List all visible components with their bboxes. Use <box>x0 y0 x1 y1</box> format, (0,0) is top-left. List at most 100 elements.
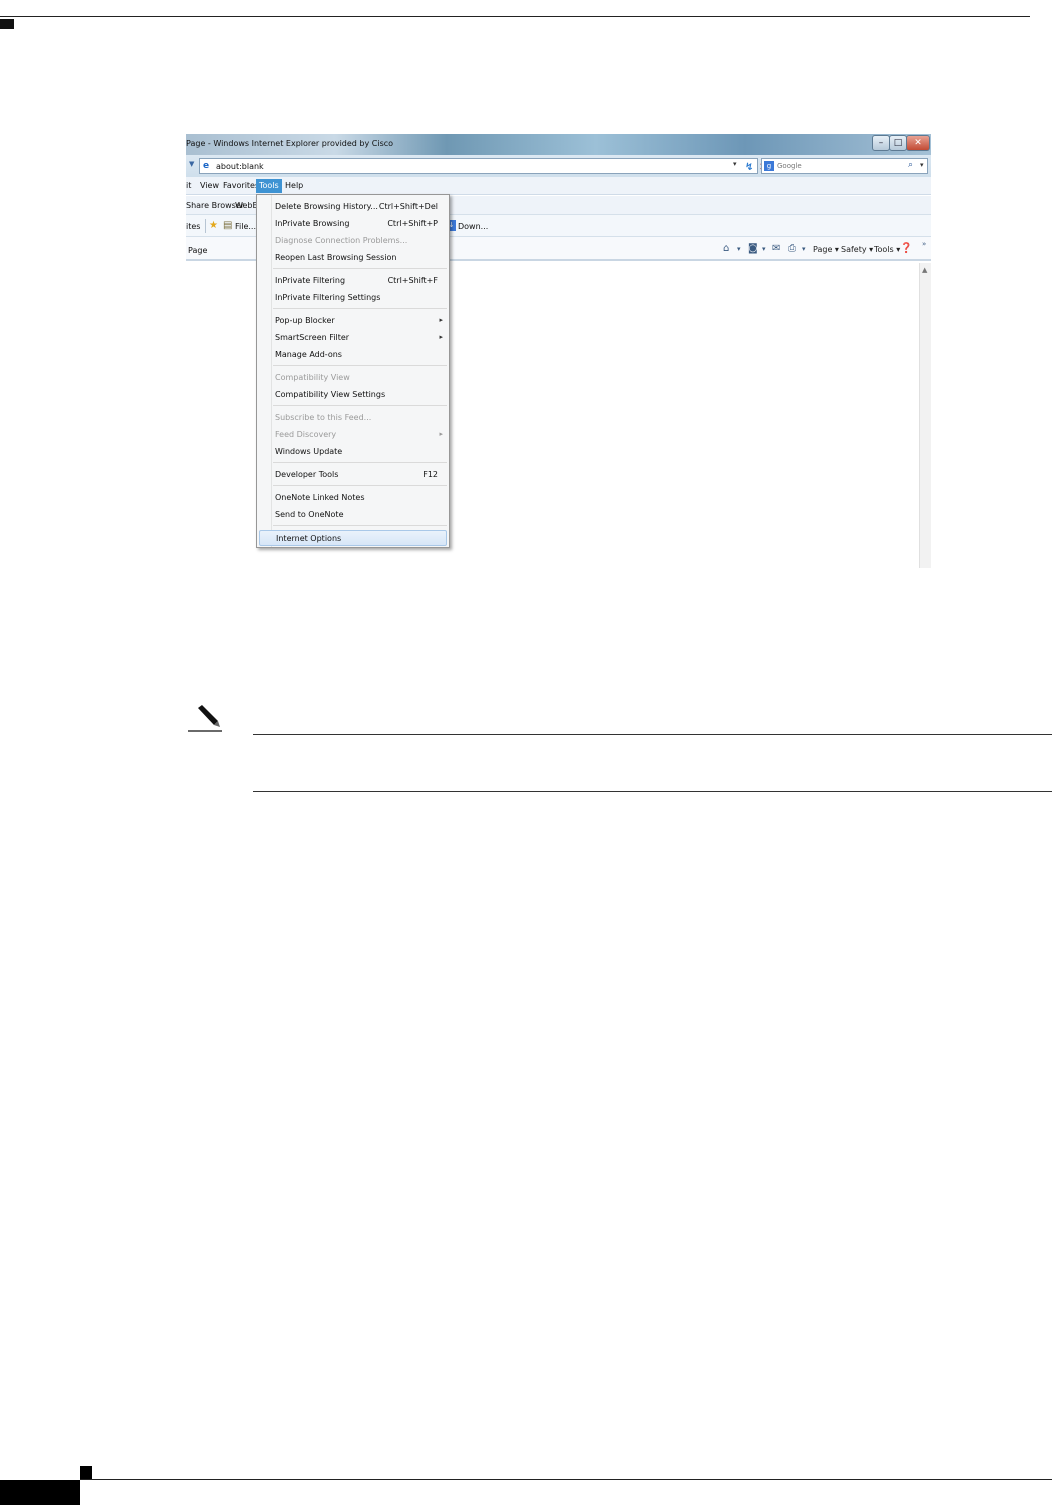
menu-item-inprivate-filtering-settings[interactable]: InPrivate Filtering Settings <box>257 290 449 306</box>
menu-item-reopen-session[interactable]: Reopen Last Browsing Session <box>257 250 449 266</box>
favorites-label[interactable]: ites <box>186 222 200 231</box>
menu-separator <box>273 268 447 269</box>
menu-item-label: Send to OneNote <box>275 510 344 519</box>
menu-item-label: OneNote Linked Notes <box>275 493 365 502</box>
menu-item-shortcut: Ctrl+Shift+F <box>387 276 438 285</box>
menu-item-smartscreen-filter[interactable]: SmartScreen Filter ▸ <box>257 330 449 346</box>
menu-separator <box>273 365 447 366</box>
vertical-scrollbar[interactable]: ▲ <box>919 263 931 568</box>
add-favorite-icon[interactable]: ★ <box>209 220 218 231</box>
page-menu[interactable]: Page ▾ <box>813 245 839 254</box>
address-input[interactable]: about:blank <box>216 162 264 171</box>
file-icon: ▤ <box>223 220 233 231</box>
menu-item-shortcut: Ctrl+Shift+P <box>387 219 438 228</box>
menu-item-internet-options[interactable]: Internet Options <box>259 530 447 546</box>
home-dropdown-icon[interactable]: ▾ <box>737 245 741 253</box>
search-dropdown-icon[interactable]: ▾ <box>920 161 924 169</box>
menu-item-label: Diagnose Connection Problems... <box>275 236 408 245</box>
help-icon[interactable]: ❓ <box>900 243 912 254</box>
home-icon[interactable]: ⌂ <box>723 243 729 254</box>
menu-separator <box>273 462 447 463</box>
menu-item-developer-tools[interactable]: Developer Tools F12 <box>257 467 449 483</box>
menu-item-label: Pop-up Blocker <box>275 316 335 325</box>
menu-item-inprivate-browsing[interactable]: InPrivate Browsing Ctrl+Shift+P <box>257 216 449 232</box>
close-button[interactable]: ✕ <box>906 135 930 151</box>
menu-item-label: InPrivate Filtering Settings <box>275 293 381 302</box>
header-rule <box>0 16 1030 17</box>
ie-page-icon: e <box>203 161 210 171</box>
minimize-button[interactable]: – <box>872 135 890 151</box>
footer-marker <box>80 1466 92 1479</box>
menu-help[interactable]: Help <box>285 181 303 190</box>
menu-item-diagnose-connection: Diagnose Connection Problems... <box>257 233 449 249</box>
header-marker <box>0 19 14 29</box>
submenu-arrow-icon: ▸ <box>439 430 443 438</box>
menu-item-compatibility-view-settings[interactable]: Compatibility View Settings <box>257 387 449 403</box>
menu-item-send-to-onenote[interactable]: Send to OneNote <box>257 507 449 523</box>
menu-separator <box>273 308 447 309</box>
menu-item-label: Developer Tools <box>275 470 339 479</box>
menu-view[interactable]: View <box>200 181 219 190</box>
menu-item-label: Reopen Last Browsing Session <box>275 253 397 262</box>
submenu-arrow-icon: ▸ <box>439 333 443 341</box>
menu-item-windows-update[interactable]: Windows Update <box>257 444 449 460</box>
search-input[interactable]: Google <box>777 162 802 170</box>
window-titlebar[interactable]: Page - Windows Internet Explorer provide… <box>186 134 931 155</box>
safety-menu[interactable]: Safety ▾ <box>841 245 873 254</box>
submenu-arrow-icon: ▸ <box>439 316 443 324</box>
menu-item-onenote-linked-notes[interactable]: OneNote Linked Notes <box>257 490 449 506</box>
menu-tools[interactable]: Tools <box>256 179 282 193</box>
menu-item-label: Manage Add-ons <box>275 350 342 359</box>
file-link[interactable]: File... <box>235 222 256 231</box>
menu-item-feed-discovery: Feed Discovery ▸ <box>257 427 449 443</box>
menu-item-label: Compatibility View <box>275 373 350 382</box>
scroll-up-icon[interactable]: ▲ <box>922 266 927 274</box>
note-rule-top <box>253 734 1052 735</box>
search-box[interactable]: g Google ⌕ ▾ <box>761 158 928 174</box>
maximize-button[interactable]: □ <box>889 135 907 151</box>
menu-item-label: InPrivate Filtering <box>275 276 346 285</box>
menu-item-label: Feed Discovery <box>275 430 337 439</box>
menu-item-compatibility-view: Compatibility View <box>257 370 449 386</box>
menu-item-shortcut: Ctrl+Shift+Del <box>378 202 438 211</box>
menu-item-label: Subscribe to this Feed... <box>275 413 372 422</box>
feeds-icon[interactable]: ◙ <box>748 243 758 254</box>
refresh-icon[interactable]: ↯ <box>745 162 753 173</box>
menu-item-inprivate-filtering[interactable]: InPrivate Filtering Ctrl+Shift+F <box>257 273 449 289</box>
menu-item-delete-history[interactable]: Delete Browsing History... Ctrl+Shift+De… <box>257 199 449 215</box>
feeds-dropdown-icon[interactable]: ▾ <box>762 245 766 253</box>
tools-command-menu[interactable]: Tools ▾ <box>874 245 900 254</box>
download-link[interactable]: Down... <box>458 222 488 231</box>
tools-dropdown-menu: Delete Browsing History... Ctrl+Shift+De… <box>256 194 450 548</box>
mail-icon[interactable]: ✉ <box>772 243 780 254</box>
menu-item-label: Delete Browsing History... <box>275 202 378 211</box>
address-dropdown-icon[interactable]: ▾ <box>733 160 737 168</box>
print-dropdown-icon[interactable]: ▾ <box>802 245 806 253</box>
footer-rule <box>80 1479 1052 1480</box>
menu-item-label: Internet Options <box>276 534 342 543</box>
menu-bar: it View Favorites Tools Help <box>186 177 931 195</box>
search-icon[interactable]: ⌕ <box>908 160 913 170</box>
print-icon[interactable]: ⎙ <box>788 243 796 254</box>
menu-item-label: Compatibility View Settings <box>275 390 386 399</box>
tab-label[interactable]: Page <box>188 246 207 255</box>
footer-block <box>0 1480 80 1505</box>
google-icon: g <box>764 161 774 171</box>
menu-edit[interactable]: it <box>186 181 191 190</box>
note-rule-bottom <box>253 791 1052 792</box>
menu-item-shortcut: F12 <box>423 470 438 479</box>
menu-item-label: Windows Update <box>275 447 343 456</box>
window-title: Page - Windows Internet Explorer provide… <box>186 139 394 148</box>
menu-separator <box>273 525 447 526</box>
address-row: ▼ e about:blank ▾ ↯ ✕ g Google ⌕ ▾ <box>186 155 931 177</box>
menu-favorites[interactable]: Favorites <box>223 181 259 190</box>
address-bar[interactable]: e about:blank ▾ ↯ ✕ <box>199 158 767 174</box>
ie-screenshot: Page - Windows Internet Explorer provide… <box>186 134 931 568</box>
more-icon[interactable]: » <box>922 240 926 248</box>
menu-item-label: InPrivate Browsing <box>275 219 350 228</box>
menu-item-manage-addons[interactable]: Manage Add-ons <box>257 347 449 363</box>
recent-pages-dropdown-icon[interactable]: ▼ <box>189 160 194 168</box>
menu-item-popup-blocker[interactable]: Pop-up Blocker ▸ <box>257 313 449 329</box>
menu-separator <box>273 405 447 406</box>
menu-item-subscribe-feed: Subscribe to this Feed... <box>257 410 449 426</box>
